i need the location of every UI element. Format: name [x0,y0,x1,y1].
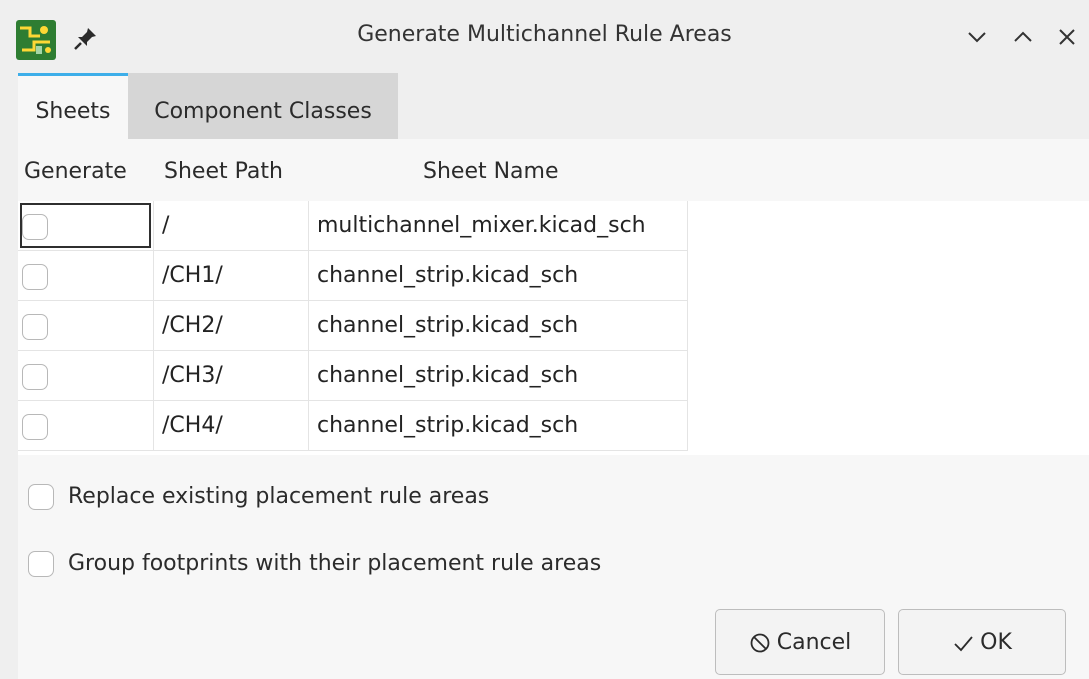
replace-existing-label[interactable]: Replace existing placement rule areas [68,484,489,509]
table-row[interactable]: /CH4/ channel_strip.kicad_sch [18,401,688,451]
sheet-name: channel_strip.kicad_sch [317,413,579,438]
sheet-name: channel_strip.kicad_sch [317,263,579,288]
generate-cell[interactable] [18,251,154,301]
cancel-button[interactable]: Cancel [715,609,885,675]
sheet-path: /CH1/ [162,263,223,288]
tab-sheets[interactable]: Sheets [18,73,128,139]
sheet-path-cell[interactable]: /CH3/ [154,351,309,401]
sheet-path: /CH4/ [162,413,223,438]
table-row[interactable]: / multichannel_mixer.kicad_sch [18,201,688,251]
column-header-sheet-path[interactable]: Sheet Path [164,159,283,184]
sheet-name-cell[interactable]: channel_strip.kicad_sch [309,251,688,301]
sheet-path: / [162,213,170,238]
generate-cell[interactable] [18,351,154,401]
ok-button[interactable]: OK [898,609,1066,675]
table-row[interactable]: /CH3/ channel_strip.kicad_sch [18,351,688,401]
sheet-name: multichannel_mixer.kicad_sch [317,213,646,238]
generate-cell[interactable] [18,301,154,351]
column-header-sheet-name[interactable]: Sheet Name [423,159,559,184]
sheet-path-cell[interactable]: /CH2/ [154,301,309,351]
table-row[interactable]: /CH2/ channel_strip.kicad_sch [18,301,688,351]
minimize-icon[interactable] [962,22,992,52]
table-header: Generate Sheet Path Sheet Name [18,139,1089,201]
generate-checkbox[interactable] [22,264,48,290]
maximize-icon[interactable] [1008,22,1038,52]
sheet-name-cell[interactable]: channel_strip.kicad_sch [309,301,688,351]
sheet-path-cell[interactable]: / [154,201,309,251]
close-icon[interactable] [1052,22,1082,52]
sheet-name-cell[interactable]: channel_strip.kicad_sch [309,401,688,451]
table-row[interactable]: /CH1/ channel_strip.kicad_sch [18,251,688,301]
sheet-path: /CH2/ [162,313,223,338]
group-footprints-checkbox[interactable] [28,551,54,577]
cancel-label: Cancel [776,630,852,655]
sheet-name: channel_strip.kicad_sch [317,363,579,388]
sheet-path: /CH3/ [162,363,223,388]
checkmark-icon [954,636,973,652]
window-title: Generate Multichannel Rule Areas [357,22,732,47]
title-bar: Generate Multichannel Rule Areas [0,0,1089,70]
sheet-name: channel_strip.kicad_sch [317,313,579,338]
generate-checkbox[interactable] [22,314,48,340]
sheet-path-cell[interactable]: /CH4/ [154,401,309,451]
generate-cell[interactable] [18,401,154,451]
generate-cell[interactable] [18,201,154,251]
cancel-icon [750,633,770,653]
sheet-path-cell[interactable]: /CH1/ [154,251,309,301]
replace-existing-checkbox[interactable] [28,484,54,510]
sheet-name-cell[interactable]: multichannel_mixer.kicad_sch [309,201,688,251]
cell-focus-outline [20,203,151,248]
generate-checkbox[interactable] [22,364,48,390]
sheet-name-cell[interactable]: channel_strip.kicad_sch [309,351,688,401]
group-footprints-label[interactable]: Group footprints with their placement ru… [68,551,601,576]
sheets-panel: Generate Sheet Path Sheet Name / multich… [18,139,1089,679]
tab-component-classes[interactable]: Component Classes [128,73,398,139]
ok-label: OK [980,630,1012,655]
column-header-generate[interactable]: Generate [24,159,127,184]
generate-checkbox[interactable] [22,414,48,440]
